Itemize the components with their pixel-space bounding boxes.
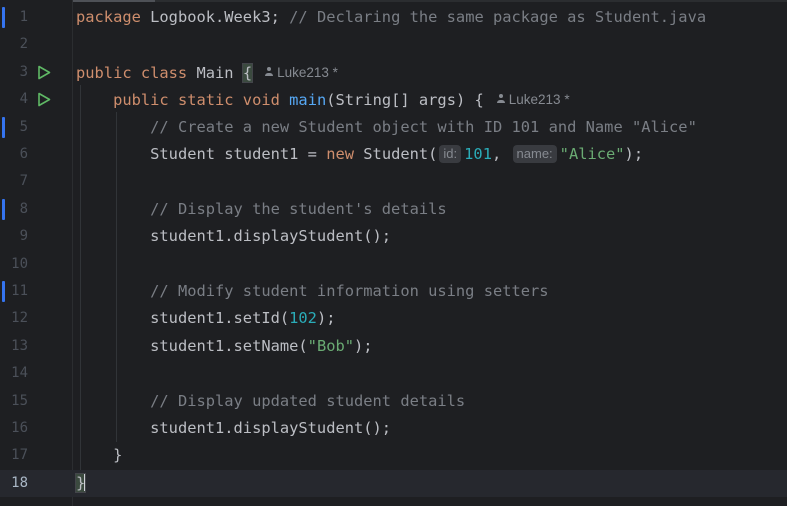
string-literal: "Alice" bbox=[559, 145, 625, 163]
code-line-12[interactable]: 12 student1.setId(102); bbox=[0, 305, 787, 332]
code-text: ); bbox=[624, 145, 644, 163]
code-text: } bbox=[113, 446, 123, 465]
keyword: package bbox=[76, 8, 141, 26]
code-text: Student student1 = bbox=[150, 145, 327, 163]
comment: // Display the student's details bbox=[150, 199, 447, 218]
line-number[interactable]: 14 bbox=[0, 360, 28, 387]
line-number[interactable]: 12 bbox=[0, 305, 28, 332]
run-triangle-icon[interactable] bbox=[37, 65, 51, 80]
line-number[interactable]: 10 bbox=[0, 251, 28, 278]
code-text: Student( bbox=[354, 145, 438, 163]
keyword: public class bbox=[76, 63, 188, 82]
text-cursor bbox=[84, 472, 87, 491]
code-line-17[interactable]: 17 } bbox=[0, 442, 787, 469]
person-icon bbox=[264, 66, 274, 77]
run-triangle-icon[interactable] bbox=[37, 92, 51, 107]
line-number[interactable]: 3 bbox=[0, 59, 28, 86]
code-line-18[interactable]: 18 } bbox=[0, 469, 787, 498]
author-hint[interactable]: Luke213 * bbox=[496, 92, 570, 107]
code-line-11[interactable]: 11 // Modify student information using s… bbox=[0, 278, 787, 305]
line-number[interactable]: 15 bbox=[0, 388, 28, 415]
line-number[interactable]: 13 bbox=[0, 333, 28, 360]
editor-top-border bbox=[0, 0, 787, 2]
line-number[interactable]: 16 bbox=[0, 415, 28, 442]
author-hint[interactable]: Luke213 * bbox=[264, 65, 338, 80]
code-line-7[interactable]: 7 bbox=[0, 168, 787, 195]
code-line-2[interactable]: 2 bbox=[0, 31, 787, 58]
string-literal: "Bob" bbox=[307, 336, 355, 355]
code-line-16[interactable]: 16 student1.displayStudent(); bbox=[0, 415, 787, 442]
line-number[interactable]: 7 bbox=[0, 168, 28, 195]
code-text: student1.displayStudent(); bbox=[150, 227, 392, 246]
param-hint-id: id: bbox=[439, 145, 462, 163]
comment: // Display updated student details bbox=[150, 391, 466, 410]
code-line-8[interactable]: 8 // Display the student's details bbox=[0, 196, 787, 223]
change-marker[interactable] bbox=[2, 7, 5, 28]
code-text: Main bbox=[187, 63, 243, 82]
line-number[interactable]: 17 bbox=[0, 442, 28, 469]
line-number[interactable]: 4 bbox=[0, 86, 28, 113]
code-text: (String[] args) { bbox=[326, 91, 484, 110]
code-line-13[interactable]: 13 student1.setName("Bob"); bbox=[0, 333, 787, 360]
person-icon bbox=[496, 94, 506, 104]
code-line-9[interactable]: 9 student1.displayStudent(); bbox=[0, 223, 787, 250]
code-text: ); bbox=[354, 336, 373, 355]
code-text: student1.setId( bbox=[150, 309, 290, 328]
keyword: new bbox=[326, 145, 355, 163]
line-number[interactable]: 9 bbox=[0, 223, 28, 250]
comment: // Modify student information using sett… bbox=[150, 282, 549, 300]
code-line-5[interactable]: 5 // Create a new Student object with ID… bbox=[0, 114, 787, 141]
number-literal: 101 bbox=[464, 145, 492, 163]
change-marker[interactable] bbox=[2, 198, 5, 220]
code-line-6[interactable]: 6 Student student1 = new Student(id: 101,… bbox=[0, 141, 787, 168]
code-line-4[interactable]: 4 public static void main(String[] args)… bbox=[0, 86, 787, 113]
code-line-3[interactable]: 3 public class Main { Luke213 * bbox=[0, 59, 787, 86]
line-number[interactable]: 18 bbox=[0, 470, 28, 497]
code-line-15[interactable]: 15 // Display updated student details bbox=[0, 388, 787, 415]
line-number[interactable]: 6 bbox=[0, 141, 28, 168]
function-name: main bbox=[289, 91, 327, 110]
number-literal: 102 bbox=[289, 309, 317, 328]
change-marker[interactable] bbox=[2, 281, 5, 302]
author-name: Luke213 * bbox=[508, 92, 570, 108]
tab-indicator bbox=[60, 0, 155, 2]
code-text: student1.setName( bbox=[150, 336, 308, 355]
comment: // Create a new Student object with ID 1… bbox=[150, 117, 697, 136]
code-text: , bbox=[491, 145, 502, 163]
code-line-14[interactable]: 14 bbox=[0, 360, 787, 387]
code-text: student1.displayStudent(); bbox=[150, 419, 392, 437]
line-number[interactable]: 2 bbox=[0, 31, 28, 58]
code-line-10[interactable]: 10 bbox=[0, 251, 787, 278]
code-text: Logbook.Week3; bbox=[140, 8, 290, 26]
keyword: public static void bbox=[113, 91, 280, 110]
comment: // Declaring the same package as Student… bbox=[289, 8, 707, 26]
author-name: Luke213 * bbox=[277, 64, 338, 80]
code-line-1[interactable]: 1 package Logbook.Week3; // Declaring th… bbox=[0, 4, 787, 31]
matched-brace: { bbox=[241, 62, 254, 83]
change-marker[interactable] bbox=[2, 116, 5, 138]
code-text: ); bbox=[316, 309, 336, 328]
code-editor[interactable]: 1 package Logbook.Week3; // Declaring th… bbox=[0, 0, 787, 506]
param-hint-name: name: bbox=[512, 145, 557, 163]
